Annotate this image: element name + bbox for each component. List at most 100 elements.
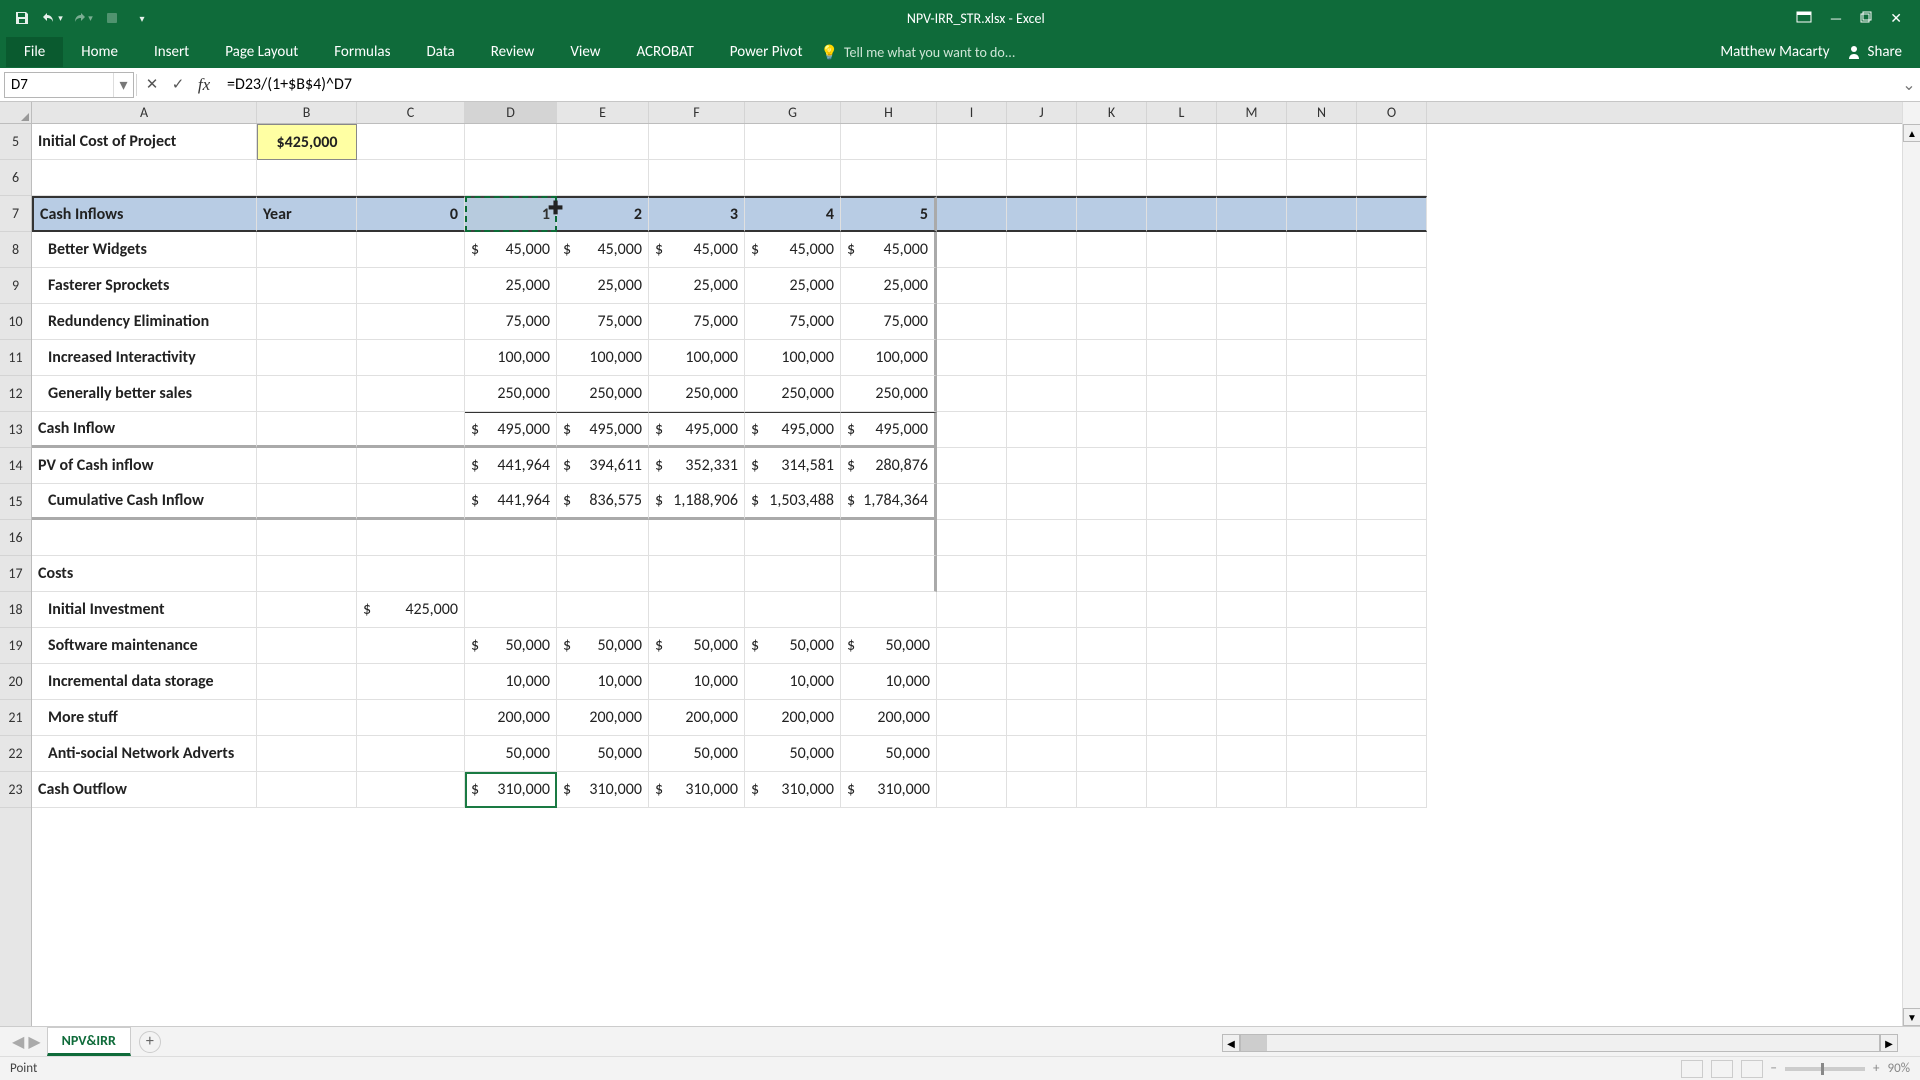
cell-B22[interactable] xyxy=(257,736,357,772)
cell-H11[interactable]: 100,000 xyxy=(841,340,937,376)
cell-H20[interactable]: 10,000 xyxy=(841,664,937,700)
cell-E18[interactable] xyxy=(557,592,649,628)
cell-K7[interactable] xyxy=(1077,196,1147,232)
cell-N10[interactable] xyxy=(1287,304,1357,340)
col-header-A[interactable]: A xyxy=(32,102,257,123)
cell-F13[interactable]: $495,000 xyxy=(649,412,745,448)
cell-K9[interactable] xyxy=(1077,268,1147,304)
ribbon-tab-home[interactable]: Home xyxy=(63,37,136,67)
cell-J16[interactable] xyxy=(1007,520,1077,556)
cell-C8[interactable] xyxy=(357,232,465,268)
cell-I7[interactable] xyxy=(937,196,1007,232)
cell-H16[interactable] xyxy=(841,520,937,556)
cell-M8[interactable] xyxy=(1217,232,1287,268)
ribbon-tab-acrobat[interactable]: ACROBAT xyxy=(618,37,711,67)
cell-K21[interactable] xyxy=(1077,700,1147,736)
cell-G7[interactable]: 4 xyxy=(745,196,841,232)
cell-K5[interactable] xyxy=(1077,124,1147,160)
expand-formula-bar-icon[interactable]: ⌄ xyxy=(1898,75,1920,95)
cell-C13[interactable] xyxy=(357,412,465,448)
cell-L9[interactable] xyxy=(1147,268,1217,304)
cell-C21[interactable] xyxy=(357,700,465,736)
cell-E10[interactable]: 75,000 xyxy=(557,304,649,340)
cell-O8[interactable] xyxy=(1357,232,1427,268)
cell-L14[interactable] xyxy=(1147,448,1217,484)
cell-N5[interactable] xyxy=(1287,124,1357,160)
cell-C22[interactable] xyxy=(357,736,465,772)
cell-B12[interactable] xyxy=(257,376,357,412)
next-sheet-icon[interactable]: ▶ xyxy=(28,1032,40,1052)
cell-N18[interactable] xyxy=(1287,592,1357,628)
col-header-N[interactable]: N xyxy=(1287,102,1357,123)
ribbon-tab-file[interactable]: File xyxy=(6,37,63,67)
row-header-16[interactable]: 16 xyxy=(0,520,31,556)
cell-I6[interactable] xyxy=(937,160,1007,196)
cell-B17[interactable] xyxy=(257,556,357,592)
cell-C19[interactable] xyxy=(357,628,465,664)
cell-H14[interactable]: $280,876 xyxy=(841,448,937,484)
cell-M7[interactable] xyxy=(1217,196,1287,232)
cell-L7[interactable] xyxy=(1147,196,1217,232)
cell-E13[interactable]: $495,000 xyxy=(557,412,649,448)
cell-L16[interactable] xyxy=(1147,520,1217,556)
ribbon-tab-insert[interactable]: Insert xyxy=(136,37,207,67)
row-header-15[interactable]: 15 xyxy=(0,484,31,520)
cell-E11[interactable]: 100,000 xyxy=(557,340,649,376)
cell-L11[interactable] xyxy=(1147,340,1217,376)
cell-L5[interactable] xyxy=(1147,124,1217,160)
cell-I14[interactable] xyxy=(937,448,1007,484)
cell-O9[interactable] xyxy=(1357,268,1427,304)
cell-K19[interactable] xyxy=(1077,628,1147,664)
cell-K8[interactable] xyxy=(1077,232,1147,268)
cell-L10[interactable] xyxy=(1147,304,1217,340)
cell-O16[interactable] xyxy=(1357,520,1427,556)
cell-E21[interactable]: 200,000 xyxy=(557,700,649,736)
cell-N12[interactable] xyxy=(1287,376,1357,412)
cell-M18[interactable] xyxy=(1217,592,1287,628)
cell-F7[interactable]: 3 xyxy=(649,196,745,232)
cell-C18[interactable]: $425,000 xyxy=(357,592,465,628)
scroll-up-icon[interactable]: ▲ xyxy=(1903,124,1920,142)
row-header-22[interactable]: 22 xyxy=(0,736,31,772)
col-header-G[interactable]: G xyxy=(745,102,841,123)
cell-O15[interactable] xyxy=(1357,484,1427,520)
fx-icon[interactable]: fx xyxy=(191,72,217,98)
cell-D10[interactable]: 75,000 xyxy=(465,304,557,340)
cell-N21[interactable] xyxy=(1287,700,1357,736)
customize-qat-icon[interactable]: ▾ xyxy=(128,4,156,32)
cell-K10[interactable] xyxy=(1077,304,1147,340)
cell-O7[interactable] xyxy=(1357,196,1427,232)
cell-H8[interactable]: $45,000 xyxy=(841,232,937,268)
col-header-F[interactable]: F xyxy=(649,102,745,123)
ribbon-tab-power-pivot[interactable]: Power Pivot xyxy=(712,37,821,67)
cell-N22[interactable] xyxy=(1287,736,1357,772)
zoom-out-icon[interactable]: − xyxy=(1771,1061,1777,1076)
cell-F8[interactable]: $45,000 xyxy=(649,232,745,268)
row-header-17[interactable]: 17 xyxy=(0,556,31,592)
cell-L6[interactable] xyxy=(1147,160,1217,196)
cell-C23[interactable] xyxy=(357,772,465,808)
cancel-formula-icon[interactable]: ✕ xyxy=(139,72,165,98)
cell-O10[interactable] xyxy=(1357,304,1427,340)
col-header-B[interactable]: B xyxy=(257,102,357,123)
cell-O22[interactable] xyxy=(1357,736,1427,772)
cell-J15[interactable] xyxy=(1007,484,1077,520)
cell-E15[interactable]: $836,575 xyxy=(557,484,649,520)
cell-O13[interactable] xyxy=(1357,412,1427,448)
cell-F10[interactable]: 75,000 xyxy=(649,304,745,340)
cell-N14[interactable] xyxy=(1287,448,1357,484)
cell-L23[interactable] xyxy=(1147,772,1217,808)
cell-I18[interactable] xyxy=(937,592,1007,628)
cell-G13[interactable]: $495,000 xyxy=(745,412,841,448)
cell-M12[interactable] xyxy=(1217,376,1287,412)
spreadsheet-grid[interactable]: ABCDEFGHIJKLMNO Initial Cost of Project$… xyxy=(32,102,1902,1026)
cell-J10[interactable] xyxy=(1007,304,1077,340)
cell-M17[interactable] xyxy=(1217,556,1287,592)
cell-C9[interactable] xyxy=(357,268,465,304)
ribbon-tab-data[interactable]: Data xyxy=(408,37,472,67)
row-header-14[interactable]: 14 xyxy=(0,448,31,484)
cell-K14[interactable] xyxy=(1077,448,1147,484)
cell-D23[interactable]: $310,000 xyxy=(465,772,557,808)
cell-H5[interactable] xyxy=(841,124,937,160)
cell-E17[interactable] xyxy=(557,556,649,592)
